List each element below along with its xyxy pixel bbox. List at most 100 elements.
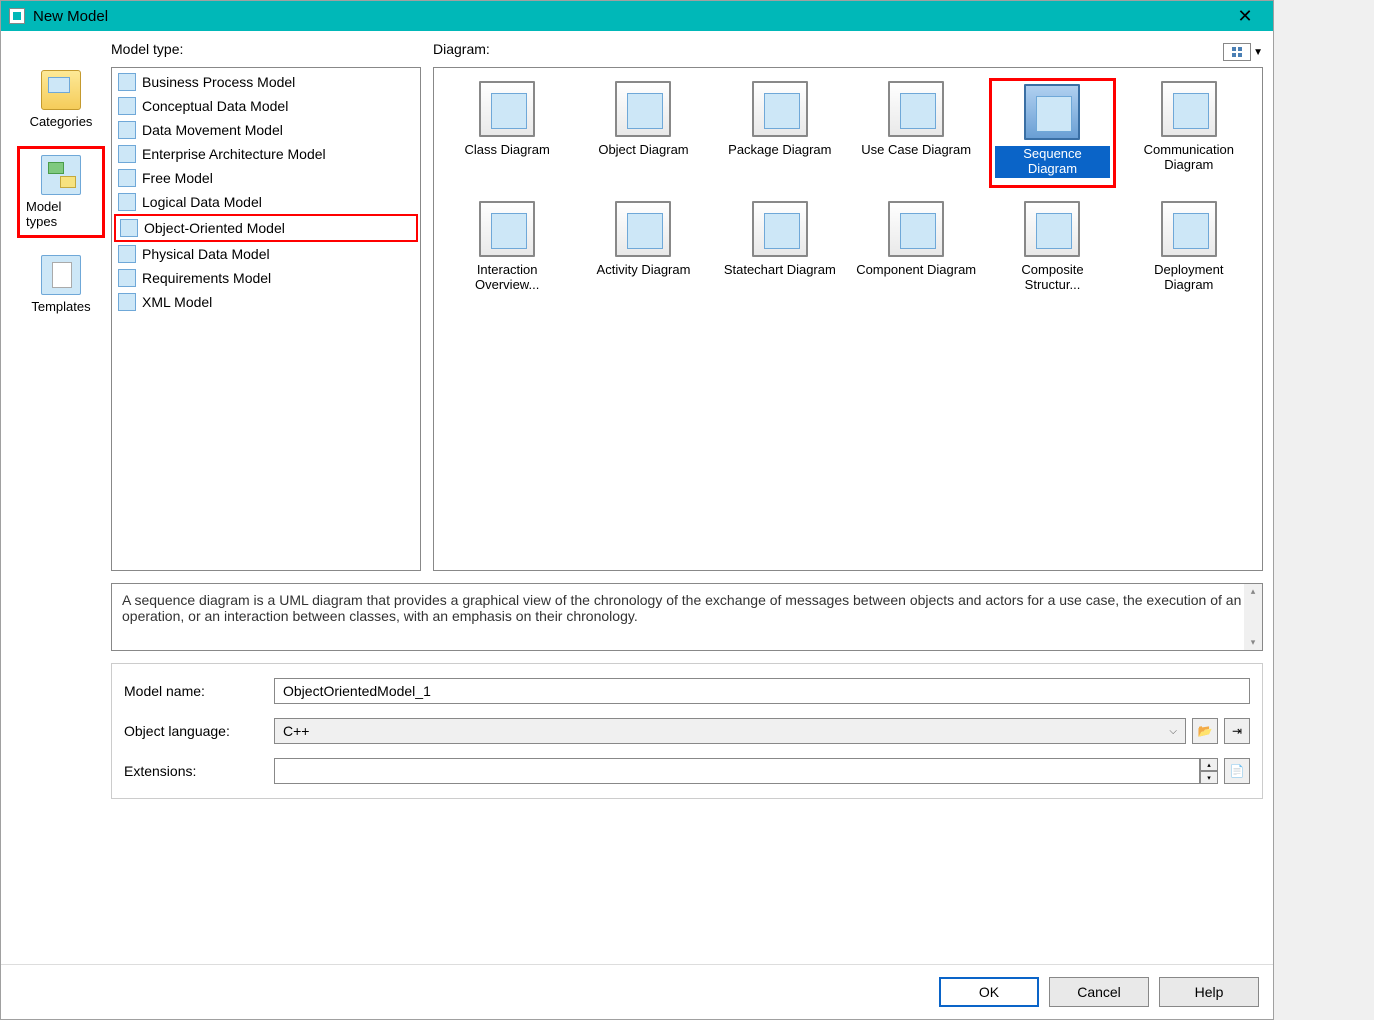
model-type-item[interactable]: XML Model	[114, 290, 418, 314]
top-panels: Model type: Business Process ModelConcep…	[111, 41, 1263, 571]
diagram-icon	[615, 81, 671, 137]
model-type-icon	[118, 193, 136, 211]
model-type-item[interactable]: Object-Oriented Model	[114, 214, 418, 242]
nav-model-types-label: Model types	[26, 199, 96, 229]
diagram-panel: Diagram: ▼ Class Diagram Object Diagram Pa…	[433, 41, 1263, 571]
diagram-item[interactable]: Component Diagram	[853, 198, 979, 308]
diagram-item[interactable]: Composite Structur...	[989, 198, 1115, 308]
chevron-down-icon: ⌵	[1169, 726, 1177, 737]
cancel-button[interactable]: Cancel	[1049, 977, 1149, 1007]
diagram-item[interactable]: Interaction Overview...	[444, 198, 570, 308]
diagram-label: Diagram:	[433, 41, 1223, 63]
object-language-select[interactable]: C++ ⌵	[274, 718, 1186, 744]
nav-templates[interactable]: Templates	[17, 246, 105, 323]
diagram-icon	[1024, 84, 1080, 140]
description-box: A sequence diagram is a UML diagram that…	[111, 583, 1263, 651]
form-box: Model name: Object language: C++ ⌵ 📂 ⇥ E…	[111, 663, 1263, 799]
diagram-item[interactable]: Communication Diagram	[1126, 78, 1252, 188]
model-type-item[interactable]: Logical Data Model	[114, 190, 418, 214]
nav-model-types[interactable]: Model types	[17, 146, 105, 238]
object-language-value: C++	[283, 723, 309, 739]
diagram-grid[interactable]: Class Diagram Object Diagram Package Diagr…	[433, 67, 1263, 571]
app-icon	[9, 8, 25, 24]
diagram-item-label: Sequence Diagram	[995, 146, 1109, 178]
nav-categories[interactable]: Categories	[17, 61, 105, 138]
diagram-item-label: Object Diagram	[598, 143, 688, 158]
model-icon	[41, 155, 81, 195]
extensions-select[interactable]	[274, 758, 1200, 784]
diagram-icon	[1161, 81, 1217, 137]
model-type-icon	[118, 245, 136, 263]
window-title: New Model	[33, 8, 1225, 25]
diagram-item-label: Composite Structur...	[992, 263, 1112, 293]
description-text: A sequence diagram is a UML diagram that…	[122, 592, 1241, 624]
ok-button[interactable]: OK	[939, 977, 1039, 1007]
model-type-item-label: Business Process Model	[142, 74, 295, 90]
model-type-item[interactable]: Data Movement Model	[114, 118, 418, 142]
diagram-icon	[1024, 201, 1080, 257]
model-type-item[interactable]: Conceptual Data Model	[114, 94, 418, 118]
spinner-up-icon[interactable]: ▴	[1200, 758, 1218, 771]
button-bar: OK Cancel Help	[1, 964, 1273, 1019]
model-type-panel: Model type: Business Process ModelConcep…	[111, 41, 421, 571]
model-type-item[interactable]: Business Process Model	[114, 70, 418, 94]
diagram-item[interactable]: Sequence Diagram	[989, 78, 1115, 188]
model-type-icon	[118, 121, 136, 139]
diagram-item[interactable]: Package Diagram	[717, 78, 843, 188]
diagram-item[interactable]: Deployment Diagram	[1126, 198, 1252, 308]
model-name-label: Model name:	[124, 683, 274, 699]
nav-categories-label: Categories	[30, 114, 93, 129]
model-type-item-label: Physical Data Model	[142, 246, 270, 262]
description-scrollbar[interactable]: ▴ ▾	[1244, 584, 1262, 650]
close-icon[interactable]: ✕	[1225, 2, 1265, 30]
diagram-item-label: Deployment Diagram	[1129, 263, 1249, 293]
diagram-item-label: Communication Diagram	[1129, 143, 1249, 173]
diagram-item[interactable]: Use Case Diagram	[853, 78, 979, 188]
diagram-icon	[888, 81, 944, 137]
diagram-icon	[479, 201, 535, 257]
model-type-item[interactable]: Requirements Model	[114, 266, 418, 290]
extensions-spinner[interactable]: ▴ ▾	[1200, 758, 1218, 784]
model-type-item-label: Enterprise Architecture Model	[142, 146, 326, 162]
model-type-item[interactable]: Physical Data Model	[114, 242, 418, 266]
diagram-item-label: Component Diagram	[856, 263, 976, 278]
diagram-item[interactable]: Statechart Diagram	[717, 198, 843, 308]
model-type-item-label: XML Model	[142, 294, 212, 310]
diagram-icon	[752, 81, 808, 137]
nav-templates-label: Templates	[31, 299, 90, 314]
model-type-item-label: Object-Oriented Model	[144, 220, 285, 236]
model-type-item-label: Logical Data Model	[142, 194, 262, 210]
diagram-item[interactable]: Object Diagram	[580, 78, 706, 188]
model-name-input[interactable]	[274, 678, 1250, 704]
model-type-icon	[118, 293, 136, 311]
diagram-item[interactable]: Activity Diagram	[580, 198, 706, 308]
browse-language-button[interactable]: 📂	[1192, 718, 1218, 744]
diagram-icon	[615, 201, 671, 257]
spinner-down-icon[interactable]: ▾	[1200, 771, 1218, 784]
diagram-item-label: Statechart Diagram	[724, 263, 836, 278]
templates-icon	[41, 255, 81, 295]
diagram-item-label: Package Diagram	[728, 143, 831, 158]
model-type-item[interactable]: Enterprise Architecture Model	[114, 142, 418, 166]
diagram-item[interactable]: Class Diagram	[444, 78, 570, 188]
view-mode-button[interactable]	[1223, 43, 1251, 61]
model-type-icon	[118, 269, 136, 287]
scroll-down-icon[interactable]: ▾	[1251, 637, 1256, 648]
diagram-icon	[752, 201, 808, 257]
extensions-manage-button[interactable]: 📄	[1224, 758, 1250, 784]
titlebar: New Model ✕	[1, 1, 1273, 31]
model-type-list[interactable]: Business Process Model Conceptual Data Mo…	[111, 67, 421, 571]
model-type-item-label: Free Model	[142, 170, 213, 186]
scroll-up-icon[interactable]: ▴	[1251, 586, 1256, 597]
chevron-down-icon[interactable]: ▼	[1253, 47, 1263, 58]
model-type-icon	[120, 219, 138, 237]
diagram-item-label: Activity Diagram	[597, 263, 691, 278]
model-type-item[interactable]: Free Model	[114, 166, 418, 190]
diagram-icon	[479, 81, 535, 137]
embed-language-button[interactable]: ⇥	[1224, 718, 1250, 744]
diagram-item-label: Class Diagram	[465, 143, 550, 158]
model-type-icon	[118, 97, 136, 115]
new-model-dialog: New Model ✕ Categories Model types Templ…	[0, 0, 1274, 1020]
diagram-icon	[1161, 201, 1217, 257]
help-button[interactable]: Help	[1159, 977, 1259, 1007]
